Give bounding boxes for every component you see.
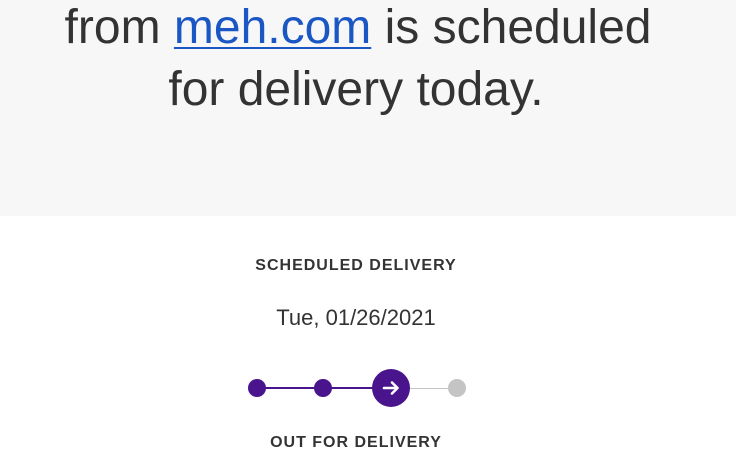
hero-headline-line-2: for delivery today. bbox=[168, 63, 544, 116]
progress-step-current bbox=[372, 369, 410, 407]
hero-banner: from meh.com is scheduled for delivery t… bbox=[0, 0, 736, 216]
progress-line-done-2 bbox=[323, 387, 391, 389]
progress-line-pending bbox=[410, 388, 458, 389]
progress-step-4-dot bbox=[448, 379, 466, 397]
progress-step-2-dot bbox=[314, 379, 332, 397]
hero-headline-line-1: from meh.com is scheduled bbox=[0, 0, 726, 58]
scheduled-delivery-label: SCHEDULED DELIVERY bbox=[255, 257, 457, 274]
sender-link[interactable]: meh.com bbox=[174, 1, 371, 54]
hero-text-suffix: is scheduled bbox=[371, 1, 652, 54]
delivery-status-label: OUT FOR DELIVERY bbox=[270, 434, 442, 451]
delivery-date: Tue, 01/26/2021 bbox=[276, 305, 436, 330]
progress-line-done-1 bbox=[257, 387, 323, 389]
arrow-right-icon bbox=[382, 381, 399, 395]
progress-step-1-dot bbox=[248, 379, 266, 397]
hero-text-prefix: from bbox=[64, 1, 174, 54]
